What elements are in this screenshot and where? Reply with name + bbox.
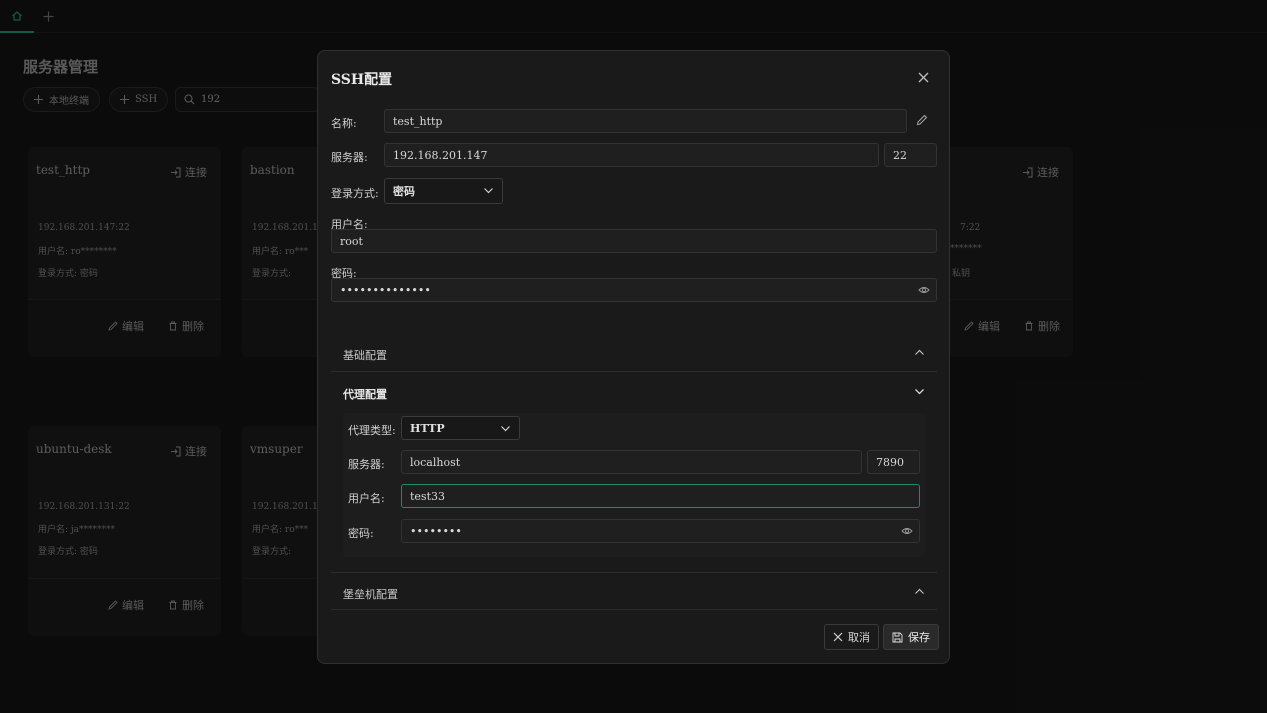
eye-icon[interactable] — [918, 284, 930, 296]
basic-config-section[interactable]: 基础配置 — [331, 334, 937, 372]
section-title: 代理配置 — [343, 388, 387, 401]
proxy-config-section[interactable]: 代理配置 — [331, 373, 937, 411]
proxy-password-input[interactable]: •••••••• — [401, 519, 920, 543]
chevron-down-icon — [915, 389, 924, 395]
section-title: 堡垒机配置 — [343, 588, 398, 601]
dialog-title: SSH配置 — [331, 72, 393, 88]
proxy-password-label: 密码: — [348, 527, 374, 540]
pencil-icon[interactable] — [916, 114, 928, 126]
cancel-button[interactable]: 取消 — [824, 624, 879, 650]
name-label: 名称: — [331, 117, 357, 130]
proxy-server-input[interactable]: localhost — [401, 450, 862, 474]
eye-icon[interactable] — [901, 525, 913, 537]
proxy-type-select[interactable]: HTTP — [401, 416, 520, 440]
chevron-down-icon — [501, 426, 510, 432]
save-button[interactable]: 保存 — [883, 624, 939, 650]
chevron-up-icon — [915, 588, 924, 594]
password-input[interactable]: •••••••••••••• — [331, 278, 937, 302]
close-icon — [833, 632, 843, 642]
proxy-server-label: 服务器: — [348, 458, 385, 471]
save-icon — [892, 632, 903, 642]
chevron-up-icon — [915, 349, 924, 355]
server-input[interactable]: 192.168.201.147 — [384, 143, 879, 167]
section-title: 基础配置 — [343, 349, 387, 362]
username-input[interactable]: root — [331, 229, 937, 253]
close-icon — [918, 72, 928, 82]
bastion-config-section[interactable]: 堡垒机配置 — [331, 572, 937, 610]
login-method-select[interactable]: 密码 — [384, 178, 503, 204]
close-button[interactable] — [915, 69, 931, 85]
proxy-username-input[interactable]: test33 — [401, 484, 920, 508]
name-input[interactable]: test_http — [384, 109, 907, 133]
server-label: 服务器: — [331, 151, 368, 164]
port-input[interactable]: 22 — [884, 143, 937, 167]
chevron-down-icon — [484, 188, 493, 194]
proxy-port-input[interactable]: 7890 — [867, 450, 920, 474]
proxy-type-label: 代理类型: — [348, 424, 396, 437]
login-method-label: 登录方式: — [331, 187, 379, 200]
proxy-username-label: 用户名: — [348, 492, 385, 505]
ssh-config-dialog: SSH配置 名称: test_http 服务器: 192.168.201.147… — [317, 50, 950, 664]
